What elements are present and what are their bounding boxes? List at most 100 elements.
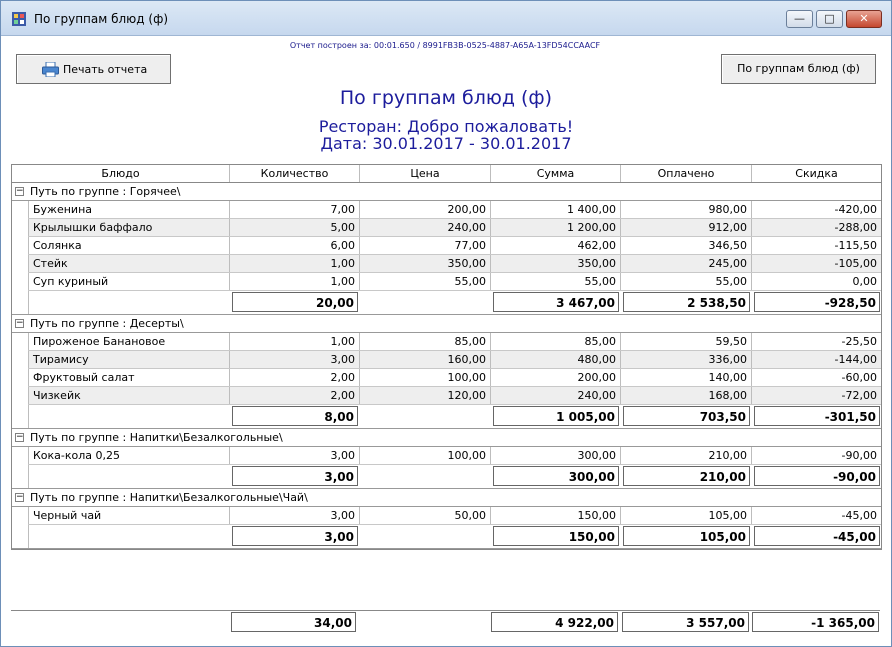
grand-total-row: 34,00 4 922,00 3 557,00 -1 365,00	[11, 610, 880, 635]
maximize-button[interactable]: □	[816, 10, 843, 28]
table-row[interactable]: Пироженое Банановое 1,00 85,00 85,00 59,50 -2…	[28, 333, 881, 351]
table-header-row: Блюдо Количество Цена Сумма Оплачено Скидка	[12, 165, 881, 183]
table-row[interactable]: Буженина 7,00 200,00 1 400,00 980,00 -420,00	[28, 201, 881, 219]
group-band[interactable]: − Путь по группе : Десерты\	[12, 315, 881, 333]
table-cell: 120,00	[359, 387, 490, 404]
close-icon: ✕	[859, 12, 869, 25]
grand-total-discount: -1 365,00	[752, 612, 879, 632]
column-header: Скидка	[751, 165, 881, 182]
table-cell: Буженина	[28, 201, 229, 218]
table-row[interactable]: Суп куриный 1,00 55,00 55,00 55,00 0,00	[28, 273, 881, 291]
report-date: Дата: 30.01.2017 - 30.01.2017	[320, 134, 572, 153]
table-cell: Стейк	[28, 255, 229, 272]
table-cell: 912,00	[620, 219, 751, 236]
group-total-qty: 20,00	[232, 292, 358, 312]
grand-total-paid: 3 557,00	[622, 612, 749, 632]
minimize-icon: —	[794, 12, 805, 25]
table-cell: -60,00	[751, 369, 881, 386]
table-cell: 240,00	[359, 219, 490, 236]
table-cell: 55,00	[490, 273, 620, 290]
table-cell: 2,00	[229, 387, 359, 404]
group-total-sum: 150,00	[493, 526, 619, 546]
collapse-toggle-icon[interactable]: −	[15, 187, 24, 196]
table-cell: 980,00	[620, 201, 751, 218]
column-header: Цена	[359, 165, 490, 182]
table-cell: 1 400,00	[490, 201, 620, 218]
table-cell: -90,00	[751, 447, 881, 464]
table-cell: 1,00	[229, 255, 359, 272]
group-total-disc: -928,50	[754, 292, 880, 312]
column-header: Блюдо	[101, 167, 140, 180]
title-bar[interactable]: По группам блюд (ф) — □ ✕	[1, 1, 891, 36]
table-row[interactable]: Крылышки баффало 5,00 240,00 1 200,00 912,00…	[28, 219, 881, 237]
group-band-label: Путь по группе : Десерты\	[30, 317, 184, 330]
group-total-qty: 8,00	[232, 406, 358, 426]
table-cell: 350,00	[359, 255, 490, 272]
table-cell: Чизкейк	[28, 387, 229, 404]
group-gutter	[28, 405, 29, 428]
group-total-paid: 105,00	[623, 526, 750, 546]
report-title: По группам блюд (ф)	[339, 87, 553, 109]
group-band[interactable]: − Путь по группе : Напитки\Безалкогольные…	[12, 489, 881, 507]
table-cell: Тирамису	[28, 351, 229, 368]
collapse-toggle-icon[interactable]: −	[15, 493, 24, 502]
table-cell: 210,00	[620, 447, 751, 464]
group-band[interactable]: − Путь по группе : Горячее\	[12, 183, 881, 201]
table-cell: 1 200,00	[490, 219, 620, 236]
table-cell: Фруктовый салат	[28, 369, 229, 386]
table-cell: -25,50	[751, 333, 881, 350]
group-total-qty: 3,00	[232, 526, 358, 546]
print-report-button[interactable]: Печать отчета	[16, 54, 171, 84]
table-row[interactable]: Черный чай 3,00 50,00 150,00 105,00 -45,00	[28, 507, 881, 525]
table-cell: 50,00	[359, 507, 490, 524]
table-cell: 105,00	[620, 507, 751, 524]
table-row[interactable]: Фруктовый салат 2,00 100,00 200,00 140,00 -60…	[28, 369, 881, 387]
group-gutter	[28, 525, 29, 548]
table-cell: -115,50	[751, 237, 881, 254]
table-cell: 462,00	[490, 237, 620, 254]
group-gutter	[28, 291, 29, 314]
table-cell: 100,00	[359, 447, 490, 464]
group-total-disc: -90,00	[754, 466, 880, 486]
table-cell: 3,00	[229, 447, 359, 464]
report-meta: Отчет построен за: 00:01.650 / 8991FB3B-…	[289, 41, 601, 50]
table-cell: 55,00	[359, 273, 490, 290]
group-gutter	[28, 465, 29, 488]
group-report-button[interactable]: По группам блюд (ф)	[721, 54, 876, 84]
group-total-paid: 210,00	[623, 466, 750, 486]
table-cell: -72,00	[751, 387, 881, 404]
group-band[interactable]: − Путь по группе : Напитки\Безалкогольные…	[12, 429, 881, 447]
table-cell: 168,00	[620, 387, 751, 404]
table-row[interactable]: Тирамису 3,00 160,00 480,00 336,00 -144,00	[28, 351, 881, 369]
table-cell: 59,50	[620, 333, 751, 350]
table-cell: 0,00	[751, 273, 881, 290]
table-cell: 350,00	[490, 255, 620, 272]
table-row[interactable]: Солянка 6,00 77,00 462,00 346,50 -115,50	[28, 237, 881, 255]
group-total-sum: 300,00	[493, 466, 619, 486]
table-cell: 100,00	[359, 369, 490, 386]
table-cell: 77,00	[359, 237, 490, 254]
table-cell: 480,00	[490, 351, 620, 368]
table-row[interactable]: Кока-кола 0,25 3,00 100,00 300,00 210,00 -90,…	[28, 447, 881, 465]
table-cell: Крылышки баффало	[28, 219, 229, 236]
group-total-row: 3,00 150,00 105,00 -45,00	[12, 525, 881, 549]
collapse-toggle-icon[interactable]: −	[15, 433, 24, 442]
group-total-sum: 1 005,00	[493, 406, 619, 426]
table-cell: Солянка	[28, 237, 229, 254]
minimize-button[interactable]: —	[786, 10, 813, 28]
table-cell: 160,00	[359, 351, 490, 368]
close-button[interactable]: ✕	[846, 10, 882, 28]
column-header: Оплачено	[620, 165, 751, 182]
table-cell: 7,00	[229, 201, 359, 218]
group-band-label: Путь по группе : Напитки\Безалкогольные\	[30, 431, 283, 444]
group-total-qty: 3,00	[232, 466, 358, 486]
group-total-sum: 3 467,00	[493, 292, 619, 312]
maximize-icon: □	[824, 12, 835, 25]
table-row[interactable]: Чизкейк 2,00 120,00 240,00 168,00 -72,00	[28, 387, 881, 405]
table-cell: -420,00	[751, 201, 881, 218]
table-row[interactable]: Стейк 1,00 350,00 350,00 245,00 -105,00	[28, 255, 881, 273]
column-header: Сумма	[490, 165, 620, 182]
table-cell: 200,00	[359, 201, 490, 218]
collapse-toggle-icon[interactable]: −	[15, 319, 24, 328]
table-cell: 300,00	[490, 447, 620, 464]
